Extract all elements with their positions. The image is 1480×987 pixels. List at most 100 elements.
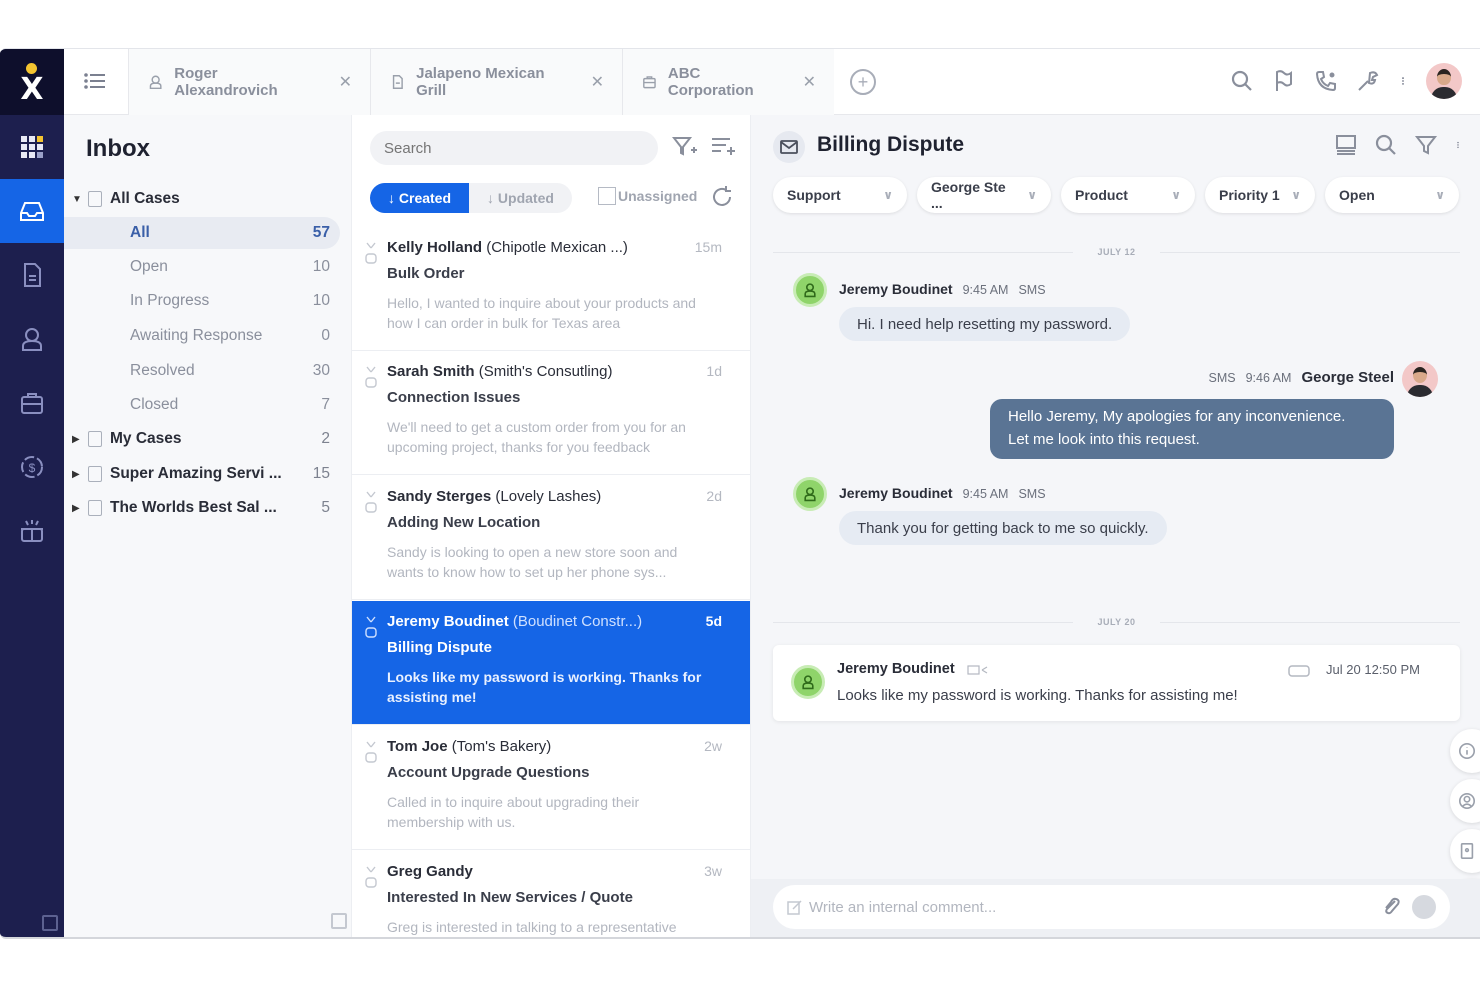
folder-count: 7: [321, 396, 330, 413]
customer-avatar[interactable]: [791, 665, 825, 699]
channel-icon: [365, 366, 377, 388]
search-icon[interactable]: [1230, 69, 1254, 93]
checkbox-icon[interactable]: [598, 187, 616, 205]
folder-item-closed[interactable]: Closed 7: [64, 389, 340, 421]
field-queue-select[interactable]: Support ∨: [773, 177, 907, 213]
folder-label: All: [130, 224, 150, 241]
sort-toggle: ↓ Created ↓ Updated: [370, 183, 572, 213]
rail-collapse-icon[interactable]: [42, 915, 58, 931]
case-age: 15m: [694, 239, 722, 255]
notes-panel-button[interactable]: [1450, 829, 1480, 873]
folder-count: 10: [312, 258, 330, 275]
sort-updated-button[interactable]: ↓ Updated: [469, 183, 572, 213]
tab-jalapeno-mexican-grill[interactable]: Jalapeno Mexican Grill ✕: [370, 49, 622, 115]
agent-avatar[interactable]: [1402, 361, 1438, 397]
rail-inbox[interactable]: [0, 179, 64, 243]
more-vertical-icon[interactable]: [1454, 133, 1462, 157]
close-icon[interactable]: ✕: [591, 72, 604, 92]
paperclip-icon[interactable]: [1380, 896, 1402, 918]
info-panel-button[interactable]: [1450, 729, 1480, 773]
app-logo[interactable]: X: [0, 49, 64, 115]
folder-my-cases[interactable]: ▶ My Cases 2: [64, 423, 340, 455]
flag-icon[interactable]: [1272, 69, 1296, 93]
case-age: 3w: [704, 863, 722, 879]
customer-avatar[interactable]: [793, 477, 827, 511]
field-assignee-select[interactable]: George Ste ... ∨: [917, 177, 1051, 213]
internal-comment-input[interactable]: Write an internal comment...: [773, 885, 1450, 929]
message-channel: SMS: [1018, 283, 1046, 297]
folder-item-open[interactable]: Open 10: [64, 251, 340, 283]
case-list-item[interactable]: Tom Joe (Tom's Bakery) 2w Account Upgrade …: [352, 726, 750, 850]
attachment-tag-icon[interactable]: [1288, 665, 1310, 677]
close-icon[interactable]: ✕: [339, 72, 352, 92]
conversation-panel: Billing Dispute Support ∨ George Ste ... ∨…: [750, 115, 1480, 937]
edit-note-icon: [787, 900, 802, 915]
case-list-item[interactable]: Sandy Sterges (Lovely Lashes) 2d Adding Ne…: [352, 476, 750, 600]
folder-label: Awaiting Response: [130, 327, 263, 344]
wrench-icon[interactable]: [1356, 69, 1380, 93]
contact-panel-button[interactable]: [1450, 779, 1480, 823]
rail-apps[interactable]: [0, 115, 64, 179]
add-tab-button[interactable]: +: [850, 69, 876, 95]
contact-name: Jeremy Boudinet: [387, 613, 509, 630]
folder-item-all[interactable]: All 57: [64, 217, 340, 249]
tab-abc-corporation[interactable]: ABC Corporation ✕: [622, 49, 834, 115]
case-contact: Sandy Sterges (Lovely Lashes): [387, 488, 601, 505]
tab-label: ABC Corporation: [667, 65, 754, 99]
case-age: 2w: [704, 738, 722, 754]
search-icon[interactable]: [1374, 133, 1398, 157]
filter-icon[interactable]: [1414, 133, 1438, 157]
search-input[interactable]: [370, 131, 658, 165]
layout-icon[interactable]: [1334, 133, 1358, 157]
email-message-card[interactable]: Jeremy Boudinet Jul 20 12:50 PM Looks li…: [773, 645, 1460, 721]
case-list-item[interactable]: Greg Gandy 3w Interested In New Services …: [352, 851, 750, 937]
phone-icon[interactable]: [1314, 69, 1338, 93]
refresh-icon[interactable]: [710, 185, 734, 209]
rail-billing[interactable]: $: [0, 435, 64, 499]
unassigned-checkbox[interactable]: Unassigned: [598, 187, 697, 205]
folder-item-awaiting-response[interactable]: Awaiting Response 0: [64, 320, 340, 352]
sort-created-button[interactable]: ↓ Created: [370, 183, 470, 213]
field-priority-select[interactable]: Priority 1 ∨: [1205, 177, 1315, 213]
more-vertical-icon[interactable]: [1398, 69, 1408, 93]
field-category-select[interactable]: Product ∨: [1061, 177, 1195, 213]
rail-rewards[interactable]: [0, 499, 64, 563]
message-channel: SMS: [1208, 371, 1236, 385]
chevron-down-icon[interactable]: ▼: [72, 194, 82, 205]
case-list-item[interactable]: Kelly Holland (Chipotle Mexican ...) 15m B…: [352, 227, 750, 351]
folder-all-cases[interactable]: ▼ All Cases: [64, 183, 340, 215]
tab-roger-alexandrovich[interactable]: Roger Alexandrovich ✕: [128, 49, 370, 115]
briefcase-icon: [21, 393, 43, 414]
contact-circle-icon: [1458, 792, 1476, 810]
rail-documents[interactable]: [0, 243, 64, 307]
chevron-right-icon[interactable]: ▶: [72, 469, 82, 480]
case-list-item[interactable]: Jeremy Boudinet (Boudinet Constr...) 5d Bi…: [352, 601, 750, 725]
folder-item-in-progress[interactable]: In Progress 10: [64, 285, 340, 317]
case-preview: Sandy is looking to open a new store soo…: [387, 544, 678, 580]
document-icon: [392, 75, 403, 89]
menu-button[interactable]: [80, 67, 110, 95]
folder-worlds-best-sales[interactable]: ▶ The Worlds Best Sal ... 5: [64, 492, 340, 524]
send-button[interactable]: [1412, 895, 1436, 919]
chevron-right-icon[interactable]: ▶: [72, 503, 82, 514]
add-sort-icon[interactable]: [710, 135, 736, 157]
chevron-right-icon[interactable]: ▶: [72, 434, 82, 445]
customer-avatar[interactable]: [793, 273, 827, 307]
chevron-down-icon: ∨: [1171, 188, 1181, 202]
add-filter-icon[interactable]: [672, 135, 698, 157]
logo-x-icon: X: [20, 71, 44, 107]
rail-contacts[interactable]: [0, 307, 64, 371]
case-list-item[interactable]: Sarah Smith (Smith's Consutling) 1d Connec…: [352, 351, 750, 475]
plus-icon: +: [857, 72, 869, 92]
close-icon[interactable]: ✕: [803, 72, 816, 92]
contact-icon: [22, 328, 42, 351]
contact-org: (Lovely Lashes): [495, 488, 602, 505]
folder-item-resolved[interactable]: Resolved 30: [64, 355, 340, 387]
case-subject: Bulk Order: [387, 265, 465, 282]
field-status-select[interactable]: Open ∨: [1325, 177, 1459, 213]
folder-super-amazing-service[interactable]: ▶ Super Amazing Servi ... 15: [64, 458, 340, 490]
user-avatar[interactable]: [1426, 63, 1462, 99]
rail-accounts[interactable]: [0, 371, 64, 435]
collapse-panel-icon[interactable]: [331, 913, 347, 929]
inbox-title: Inbox: [86, 135, 150, 162]
